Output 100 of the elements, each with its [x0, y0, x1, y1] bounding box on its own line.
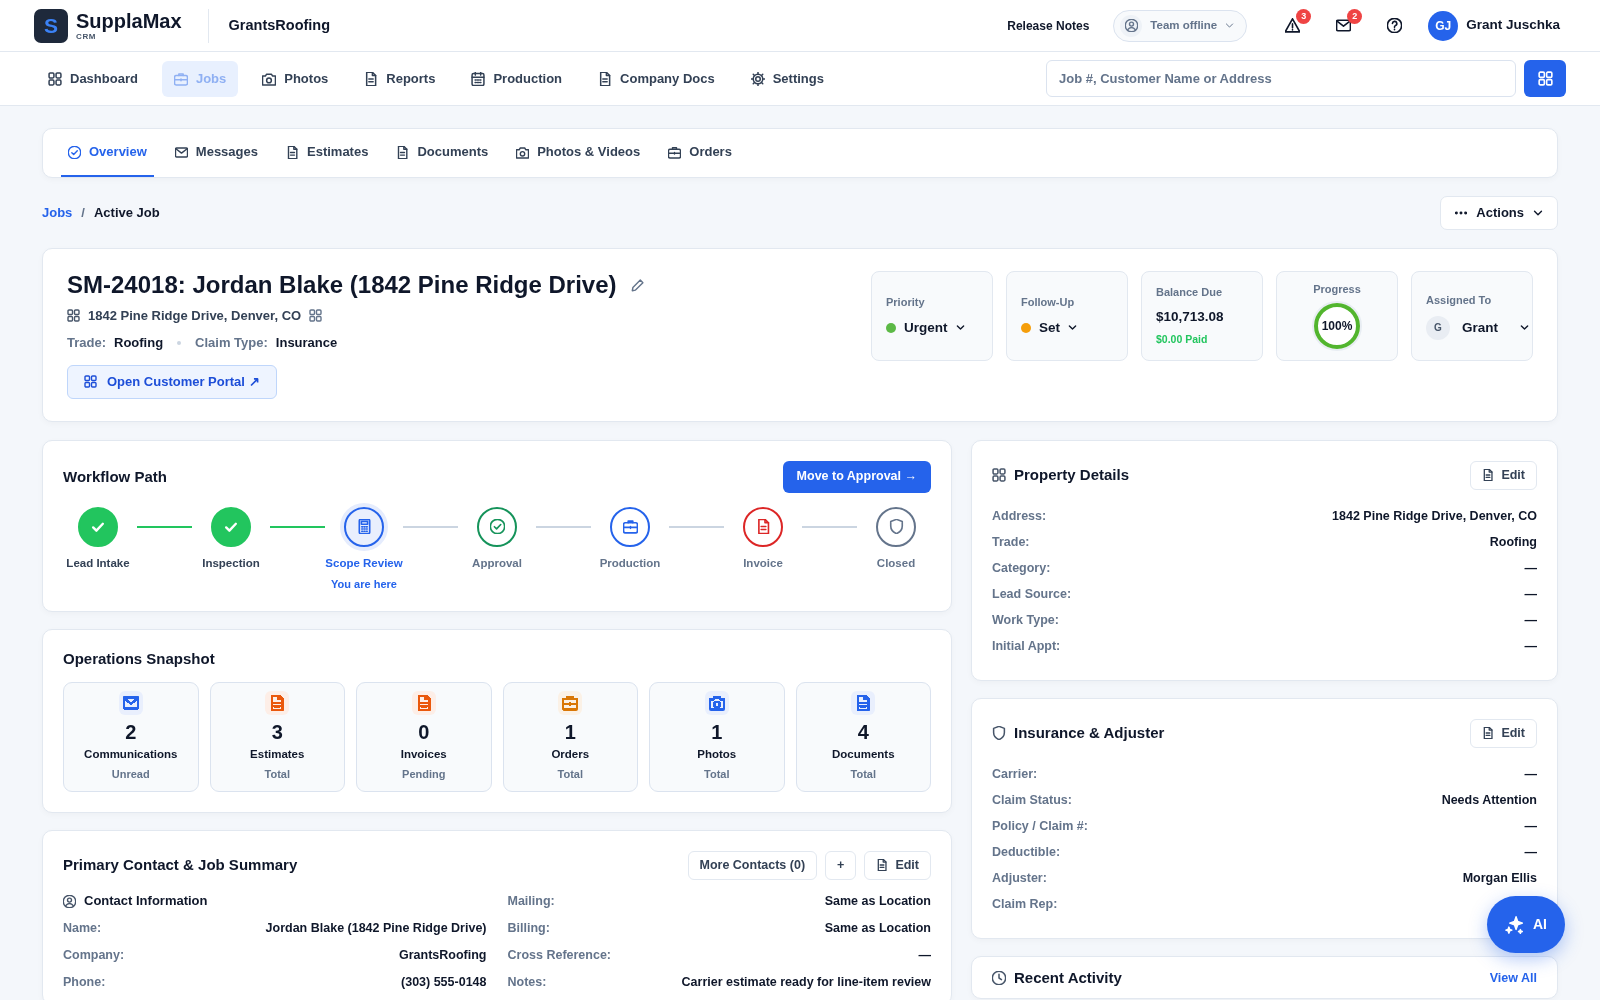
edit-button[interactable]: Edit [1470, 460, 1537, 490]
step-label: Production [599, 555, 661, 571]
document-icon [286, 145, 299, 159]
sparkle-icon [1505, 915, 1523, 934]
pencil-icon[interactable] [630, 278, 644, 292]
calendar-icon [471, 71, 486, 86]
team-status-dropdown[interactable]: Team offline [1113, 9, 1248, 42]
chevron-down-icon [1533, 208, 1543, 218]
open-portal-button[interactable]: Open Customer Portal ↗ [67, 364, 277, 399]
fact-label: Trade: [67, 334, 106, 353]
tile-subtitle: Total [264, 766, 290, 782]
envelope-icon[interactable] [1336, 18, 1352, 33]
tile-label: Communications [84, 746, 178, 762]
nav-link[interactable]: Company Docs [586, 60, 727, 97]
stat-label: Progress [1313, 282, 1361, 298]
person-icon [1120, 14, 1143, 37]
release-notes-link[interactable]: Release Notes [1007, 16, 1090, 35]
chevron-down-icon [1068, 323, 1077, 333]
edit-button[interactable]: Edit [1470, 718, 1537, 748]
chevron-down-icon [1225, 21, 1235, 30]
info-value: — [1524, 612, 1537, 630]
more-contacts-button[interactable]: More Contacts (0) [687, 850, 818, 880]
user-name[interactable]: Grant Juschka [1466, 15, 1560, 36]
document-icon [598, 71, 613, 86]
count-badge: 2 [1347, 9, 1363, 24]
tile-label: Estimates [250, 746, 305, 762]
document-icon [1482, 469, 1495, 482]
connector-line [270, 525, 325, 528]
info-value: — [1524, 766, 1537, 784]
connector-line [669, 525, 724, 528]
grid-icon [67, 309, 80, 323]
section-title: Workflow Path [63, 467, 167, 486]
separator-dot [177, 341, 182, 346]
grid-icon [992, 468, 1006, 483]
snapshot-tile[interactable]: 2 Communications Unread [63, 681, 199, 792]
count-badge: 3 [1296, 9, 1312, 24]
info-value: GrantsRoofing [399, 946, 487, 964]
info-label: Carrier: [992, 766, 1038, 784]
snapshot-tile[interactable]: 1 Orders Total [502, 681, 638, 792]
grid-icon [48, 71, 62, 86]
info-value: — [918, 946, 931, 964]
ai-button[interactable]: AI [1487, 896, 1565, 953]
info-value: (303) 555-0148 [401, 973, 487, 991]
address-text: 1842 Pine Ridge Drive, Denver, CO [88, 306, 302, 325]
add-button[interactable]: + [825, 850, 857, 880]
actions-button[interactable]: Actions [1440, 196, 1558, 230]
nav-link[interactable]: Reports [352, 60, 448, 97]
tile-count: 2 [125, 720, 137, 743]
tab[interactable]: Estimates [279, 129, 376, 177]
breadcrumb-link[interactable]: Jobs [42, 203, 73, 223]
snapshot-tile[interactable]: 0 Invoices Pending [356, 681, 492, 792]
stat-label: Balance Due [1156, 285, 1223, 301]
balance-amount: $10,713.08 [1156, 307, 1224, 326]
apps-button[interactable] [1524, 60, 1566, 97]
step-label: Scope Review [325, 555, 403, 571]
status-dropdown[interactable]: Urgent [886, 317, 965, 338]
help-icon[interactable] [1387, 18, 1403, 33]
section-title: Recent Activity [1014, 969, 1122, 988]
info-value: — [1524, 560, 1537, 578]
breadcrumb-current: Active Job [93, 204, 160, 223]
info-label: Company: [63, 946, 125, 964]
nav-link[interactable]: Settings [738, 60, 836, 97]
tab[interactable]: Overview [61, 129, 154, 177]
edit-button[interactable]: Edit [864, 850, 931, 880]
snapshot-tile[interactable]: 1 Photos Total [649, 681, 785, 792]
status-dropdown[interactable]: Set [1021, 317, 1077, 338]
fact-value: Roofing [114, 334, 164, 353]
nav-link[interactable]: Dashboard [36, 60, 150, 97]
settings-icon [750, 71, 765, 86]
search-field[interactable]: Job #, Customer Name or Address [1046, 60, 1516, 97]
snapshot-tile[interactable]: 3 Estimates Total [209, 681, 345, 792]
assignee-dropdown[interactable]: G Grant [1426, 315, 1529, 340]
info-label: Category: [992, 560, 1051, 578]
avatar[interactable]: GJ [1428, 10, 1459, 41]
nav-link[interactable]: Production [459, 60, 575, 97]
tab[interactable]: Messages [167, 129, 265, 177]
tab[interactable]: Orders [661, 129, 739, 177]
tab[interactable]: Documents [389, 129, 496, 177]
document-icon [1482, 727, 1495, 740]
info-value: Carrier estimate ready for line-item review [681, 973, 931, 991]
clock-icon [992, 971, 1006, 986]
stat-label: Priority [886, 295, 925, 311]
tile-subtitle: Unread [111, 766, 150, 782]
nav-link[interactable]: Photos [250, 60, 341, 97]
snapshot-tile[interactable]: 4 Documents Total [795, 681, 931, 792]
tab[interactable]: Photos & Videos [509, 129, 648, 177]
document-icon [876, 859, 889, 872]
envelope-icon [174, 145, 188, 159]
breadcrumb-separator: / [81, 204, 85, 223]
info-label: Work Type: [992, 612, 1059, 630]
section-title: Property Details [1014, 466, 1130, 485]
warning-icon[interactable] [1285, 18, 1301, 33]
step-label: Inspection [202, 555, 260, 571]
move-to-approval-button[interactable]: Move to Approval → [782, 460, 931, 493]
connector-line [403, 525, 458, 528]
section-title: Insurance & Adjuster [1014, 724, 1165, 743]
view-all-link[interactable]: View All [1489, 968, 1537, 988]
stat-label: Assigned To [1426, 293, 1492, 309]
grid-icon [1537, 71, 1553, 86]
info-label: Claim Status: [992, 792, 1072, 810]
